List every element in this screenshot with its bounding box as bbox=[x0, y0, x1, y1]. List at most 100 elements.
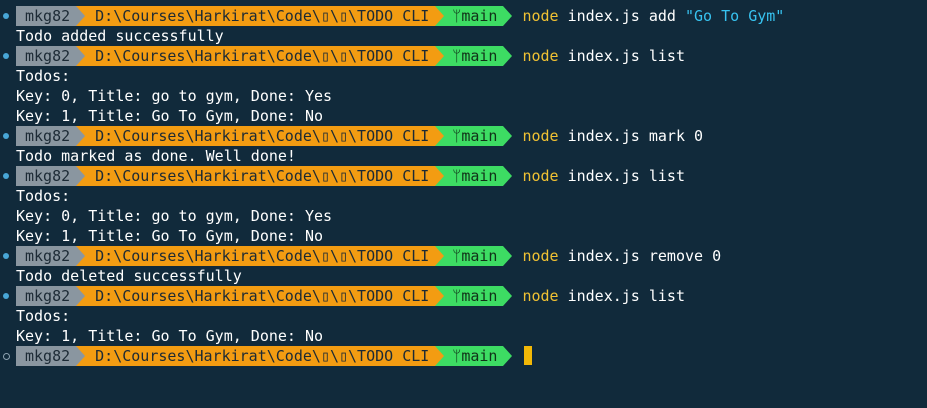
command-text: node index.js remove 0 bbox=[512, 246, 721, 266]
git-branch-icon: ᛘ bbox=[452, 167, 462, 185]
status-dot-icon bbox=[2, 352, 10, 360]
command-text: node index.js list bbox=[512, 286, 685, 306]
prompt-branch: main bbox=[461, 47, 498, 65]
git-branch-icon: ᛘ bbox=[452, 127, 462, 145]
prompt-git: ᛘmain bbox=[444, 126, 504, 146]
segment-arrow-icon bbox=[503, 46, 513, 66]
segment-arrow-icon bbox=[503, 6, 513, 26]
output-text: Todo marked as done. Well done! bbox=[16, 147, 296, 165]
status-dot-icon bbox=[3, 293, 9, 299]
prompt-user: mkg82 bbox=[16, 286, 77, 306]
prompt-git: ᛘmain bbox=[444, 46, 504, 66]
prompt-path: D:\Courses\Harkirat\Code\▯\▯\TODO CLI bbox=[85, 246, 436, 266]
output-line: Key: 0, Title: go to gym, Done: Yes bbox=[0, 86, 927, 106]
text-cursor[interactable] bbox=[524, 346, 533, 365]
output-line: Todo deleted successfully bbox=[0, 266, 927, 286]
output-line: Todos: bbox=[0, 66, 927, 86]
segment-arrow-icon bbox=[76, 126, 86, 146]
segment-arrow-icon bbox=[435, 46, 445, 66]
prompt-git: ᛘmain bbox=[444, 246, 504, 266]
segment-arrow-icon bbox=[503, 126, 513, 146]
segment-arrow-icon bbox=[435, 346, 445, 366]
segment-arrow-icon bbox=[435, 6, 445, 26]
prompt-branch: main bbox=[461, 127, 498, 145]
prompt-marker-icon bbox=[2, 246, 10, 266]
command-args: index.js list bbox=[567, 167, 685, 185]
prompt-path: D:\Courses\Harkirat\Code\▯\▯\TODO CLI bbox=[85, 6, 436, 26]
prompt-marker-icon bbox=[2, 166, 10, 186]
output-text: Todo deleted successfully bbox=[16, 267, 242, 285]
prompt-user: mkg82 bbox=[16, 46, 77, 66]
output-line: Todo added successfully bbox=[0, 26, 927, 46]
output-text: Todos: bbox=[16, 307, 71, 325]
command-name: node bbox=[522, 247, 559, 265]
command-args: index.js list bbox=[567, 47, 685, 65]
segment-arrow-icon bbox=[435, 166, 445, 186]
prompt-line: mkg82 D:\Courses\Harkirat\Code\▯\▯\TODO C… bbox=[0, 6, 927, 26]
command-name: node bbox=[522, 167, 559, 185]
segment-arrow-icon bbox=[76, 166, 86, 186]
prompt-branch: main bbox=[461, 287, 498, 305]
segment-arrow-icon bbox=[503, 246, 513, 266]
command-text: node index.js mark 0 bbox=[512, 126, 703, 146]
prompt-path: D:\Courses\Harkirat\Code\▯\▯\TODO CLI bbox=[85, 346, 436, 366]
status-dot-icon bbox=[3, 13, 9, 19]
prompt-path: D:\Courses\Harkirat\Code\▯\▯\TODO CLI bbox=[85, 166, 436, 186]
prompt-segments: mkg82 D:\Courses\Harkirat\Code\▯\▯\TODO C… bbox=[16, 46, 513, 66]
prompt-marker-icon bbox=[2, 6, 10, 26]
prompt-segments: mkg82 D:\Courses\Harkirat\Code\▯\▯\TODO C… bbox=[16, 246, 513, 266]
prompt-branch: main bbox=[461, 347, 498, 365]
output-text: Key: 1, Title: Go To Gym, Done: No bbox=[16, 107, 324, 125]
segment-arrow-icon bbox=[435, 286, 445, 306]
prompt-user: mkg82 bbox=[16, 246, 77, 266]
prompt-git: ᛘmain bbox=[444, 346, 504, 366]
prompt-branch: main bbox=[461, 7, 498, 25]
command-name: node bbox=[522, 7, 559, 25]
output-line: Todos: bbox=[0, 306, 927, 326]
prompt-path: D:\Courses\Harkirat\Code\▯\▯\TODO CLI bbox=[85, 126, 436, 146]
segment-arrow-icon bbox=[76, 246, 86, 266]
output-line: Key: 1, Title: Go To Gym, Done: No bbox=[0, 226, 927, 246]
command-args: index.js remove 0 bbox=[567, 247, 722, 265]
prompt-marker-icon bbox=[2, 126, 10, 146]
command-string: "Go To Gym" bbox=[685, 7, 785, 25]
prompt-line: mkg82 D:\Courses\Harkirat\Code\▯\▯\TODO C… bbox=[0, 346, 927, 366]
segment-arrow-icon bbox=[76, 46, 86, 66]
command-args: index.js add bbox=[567, 7, 685, 25]
segment-arrow-icon bbox=[76, 346, 86, 366]
prompt-line: mkg82 D:\Courses\Harkirat\Code\▯\▯\TODO C… bbox=[0, 246, 927, 266]
segment-arrow-icon bbox=[76, 286, 86, 306]
status-dot-icon bbox=[3, 253, 9, 259]
output-text: Todos: bbox=[16, 67, 71, 85]
prompt-git: ᛘmain bbox=[444, 6, 504, 26]
command-name: node bbox=[522, 127, 559, 145]
command-text: node index.js list bbox=[512, 46, 685, 66]
git-branch-icon: ᛘ bbox=[452, 47, 462, 65]
output-line: Key: 0, Title: go to gym, Done: Yes bbox=[0, 206, 927, 226]
prompt-user: mkg82 bbox=[16, 166, 77, 186]
prompt-branch: main bbox=[461, 247, 498, 265]
command-name: node bbox=[522, 47, 559, 65]
output-text: Todo added successfully bbox=[16, 27, 224, 45]
prompt-marker-icon bbox=[2, 46, 10, 66]
prompt-path: D:\Courses\Harkirat\Code\▯\▯\TODO CLI bbox=[85, 286, 436, 306]
prompt-user: mkg82 bbox=[16, 126, 77, 146]
git-branch-icon: ᛘ bbox=[452, 247, 462, 265]
output-text: Key: 1, Title: Go To Gym, Done: No bbox=[16, 327, 324, 345]
prompt-segments: mkg82 D:\Courses\Harkirat\Code\▯\▯\TODO C… bbox=[16, 346, 513, 366]
terminal[interactable]: mkg82 D:\Courses\Harkirat\Code\▯\▯\TODO C… bbox=[0, 0, 927, 408]
git-branch-icon: ᛘ bbox=[452, 287, 462, 305]
segment-arrow-icon bbox=[76, 6, 86, 26]
prompt-line: mkg82 D:\Courses\Harkirat\Code\▯\▯\TODO C… bbox=[0, 286, 927, 306]
command-text: node index.js list bbox=[512, 166, 685, 186]
output-text: Key: 1, Title: Go To Gym, Done: No bbox=[16, 227, 324, 245]
prompt-line: mkg82 D:\Courses\Harkirat\Code\▯\▯\TODO C… bbox=[0, 166, 927, 186]
prompt-path: D:\Courses\Harkirat\Code\▯\▯\TODO CLI bbox=[85, 46, 436, 66]
segment-arrow-icon bbox=[503, 166, 513, 186]
status-dot-icon bbox=[3, 173, 9, 179]
output-text: Todos: bbox=[16, 187, 71, 205]
output-text: Key: 0, Title: go to gym, Done: Yes bbox=[16, 87, 333, 105]
prompt-segments: mkg82 D:\Courses\Harkirat\Code\▯\▯\TODO C… bbox=[16, 6, 513, 26]
git-branch-icon: ᛘ bbox=[452, 347, 462, 365]
prompt-line: mkg82 D:\Courses\Harkirat\Code\▯\▯\TODO C… bbox=[0, 46, 927, 66]
